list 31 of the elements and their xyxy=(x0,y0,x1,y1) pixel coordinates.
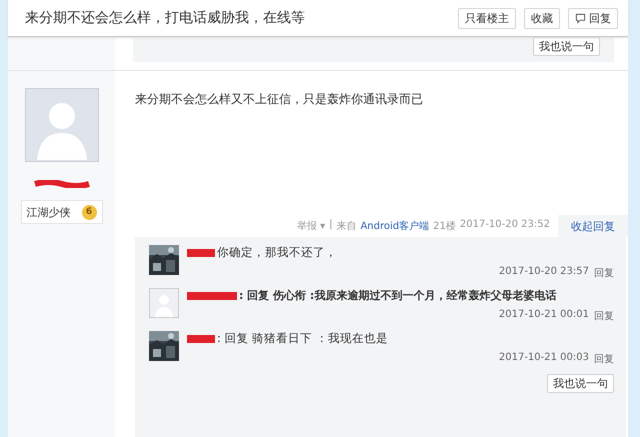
source-link[interactable]: Android客户端 xyxy=(360,219,430,233)
level-title: 江湖少侠 xyxy=(26,204,70,220)
redaction-mark xyxy=(34,180,90,188)
floor-number: 21楼 xyxy=(433,220,456,233)
header-button[interactable]: 只看楼主 xyxy=(458,8,516,28)
thread-title: 来分期不还会怎么样，打电话威胁我，在线等 xyxy=(25,9,305,27)
post-content: 来分期不会怎么样又不上征信，只是轰炸你通讯录而已 xyxy=(135,91,424,108)
reply-link[interactable]: 回复 xyxy=(594,266,614,280)
post-time: 2017-10-20 23:52 xyxy=(460,219,550,232)
avatar-icon xyxy=(24,88,98,162)
comment-time: 2017-10-21 00:01 xyxy=(498,309,589,322)
header-button[interactable]: 收藏 xyxy=(524,8,560,28)
comment-text: 你确定，那我不还了， xyxy=(217,245,337,260)
redaction-mark xyxy=(187,292,237,300)
redaction-mark xyxy=(187,248,215,256)
reply-link[interactable]: 回复 xyxy=(594,309,614,323)
source-label: 来自 xyxy=(336,220,356,233)
comment-button[interactable]: 我也说一句 xyxy=(533,37,600,56)
redaction-mark xyxy=(187,334,215,342)
comment-button[interactable]: 我也说一句 xyxy=(547,374,614,393)
reply-link[interactable]: 回复 xyxy=(594,352,614,366)
reply-button[interactable]: 回复 xyxy=(568,8,618,28)
collapse-replies-tab[interactable]: 收起回复 xyxy=(558,215,628,237)
level-number: 6 xyxy=(82,204,96,220)
comment-text: : 回复 伤心衔 :我原来逾期过不到一个月，经常轰炸父母老婆电话 xyxy=(239,288,556,303)
comment-icon xyxy=(575,12,586,24)
avatar-icon xyxy=(149,288,179,318)
comment-time: 2017-10-20 23:57 xyxy=(498,266,589,279)
comment-time: 2017-10-21 00:03 xyxy=(498,352,589,365)
comment-text: : 回复 骑猪看日下 ：我现在也是 xyxy=(217,331,388,346)
separator: | xyxy=(329,219,332,232)
